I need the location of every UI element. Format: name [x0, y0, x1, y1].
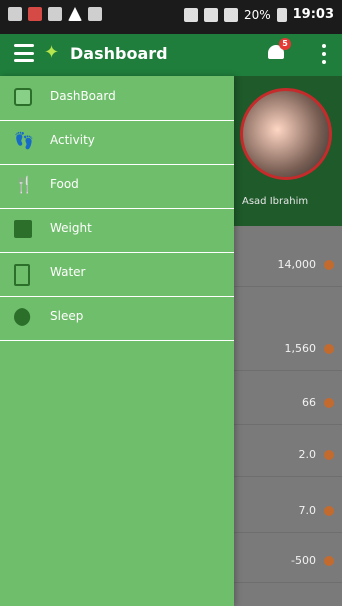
- drawer-item-label: Food: [50, 177, 79, 191]
- metric-status-icon: [324, 506, 334, 516]
- image-icon: [48, 7, 62, 21]
- metric-status-icon: [324, 450, 334, 460]
- app-bar: ✦ Dashboard 5: [0, 34, 342, 76]
- metric-value: 14,000: [277, 258, 317, 271]
- drawer-item-label: Sleep: [50, 309, 84, 323]
- metric-value: 2.0: [298, 448, 317, 461]
- metric-row[interactable]: -500: [234, 542, 342, 583]
- metric-value: 1,560: [284, 342, 317, 355]
- metric-row[interactable]: 1,560: [234, 330, 342, 371]
- metric-status-icon: [324, 556, 334, 566]
- notification-bell-icon[interactable]: 5: [266, 38, 291, 63]
- drawer-item-water[interactable]: Water: [0, 252, 234, 297]
- drawer-item-sleep[interactable]: Sleep: [0, 296, 234, 341]
- wifi-icon: [223, 7, 238, 22]
- app-icon: [88, 7, 102, 21]
- drawer-item-weight[interactable]: Weight: [0, 208, 234, 253]
- metric-value: 66: [302, 396, 316, 409]
- moon-icon: [14, 308, 31, 326]
- status-left-icons: [8, 7, 102, 21]
- menu-icon[interactable]: [14, 44, 34, 62]
- notification-badge: 5: [279, 38, 291, 50]
- battery-icon: [276, 7, 287, 22]
- status-right-icons: 20% 19:03: [183, 7, 334, 22]
- status-time: 19:03: [292, 7, 334, 22]
- security-icon: [28, 7, 42, 21]
- metric-status-icon: [324, 260, 334, 270]
- app-title: Dashboard: [70, 44, 168, 63]
- scale-icon: [14, 220, 32, 238]
- warning-icon: [68, 7, 82, 21]
- drawer-item-label: Water: [50, 265, 86, 279]
- bluetooth-icon: [183, 7, 198, 22]
- more-options-icon[interactable]: [322, 44, 326, 64]
- metric-row[interactable]: 66: [234, 384, 342, 425]
- utensils-icon: 🍴: [14, 175, 34, 194]
- metric-value: 7.0: [298, 504, 317, 517]
- app-logo-icon: ✦: [44, 42, 60, 63]
- footprints-icon: 👣: [14, 131, 34, 150]
- metric-row[interactable]: 7.0: [234, 492, 342, 533]
- navigation-drawer: DashBoard 👣 Activity 🍴 Food Weight Water…: [0, 76, 234, 606]
- metric-value: -500: [291, 554, 316, 567]
- notification-icon: [8, 7, 22, 21]
- drawer-item-food[interactable]: 🍴 Food: [0, 164, 234, 209]
- drawer-item-activity[interactable]: 👣 Activity: [0, 120, 234, 165]
- water-glass-icon: [14, 264, 30, 286]
- metric-status-icon: [324, 344, 334, 354]
- dashboard-icon: [14, 88, 32, 106]
- profile-avatar[interactable]: [240, 88, 332, 180]
- metric-row[interactable]: 2.0: [234, 436, 342, 477]
- profile-area: Asad Ibrahim: [234, 76, 342, 226]
- alarm-icon: [203, 7, 218, 22]
- drawer-item-label: Activity: [50, 133, 95, 147]
- drawer-item-dashboard[interactable]: DashBoard: [0, 76, 234, 121]
- drawer-item-label: DashBoard: [50, 89, 116, 103]
- status-bar: 20% 19:03: [0, 0, 342, 34]
- metric-row[interactable]: 14,000: [234, 246, 342, 287]
- profile-name: Asad Ibrahim: [242, 196, 309, 207]
- drawer-item-label: Weight: [50, 221, 92, 235]
- battery-percent: 20%: [243, 7, 271, 22]
- metric-status-icon: [324, 398, 334, 408]
